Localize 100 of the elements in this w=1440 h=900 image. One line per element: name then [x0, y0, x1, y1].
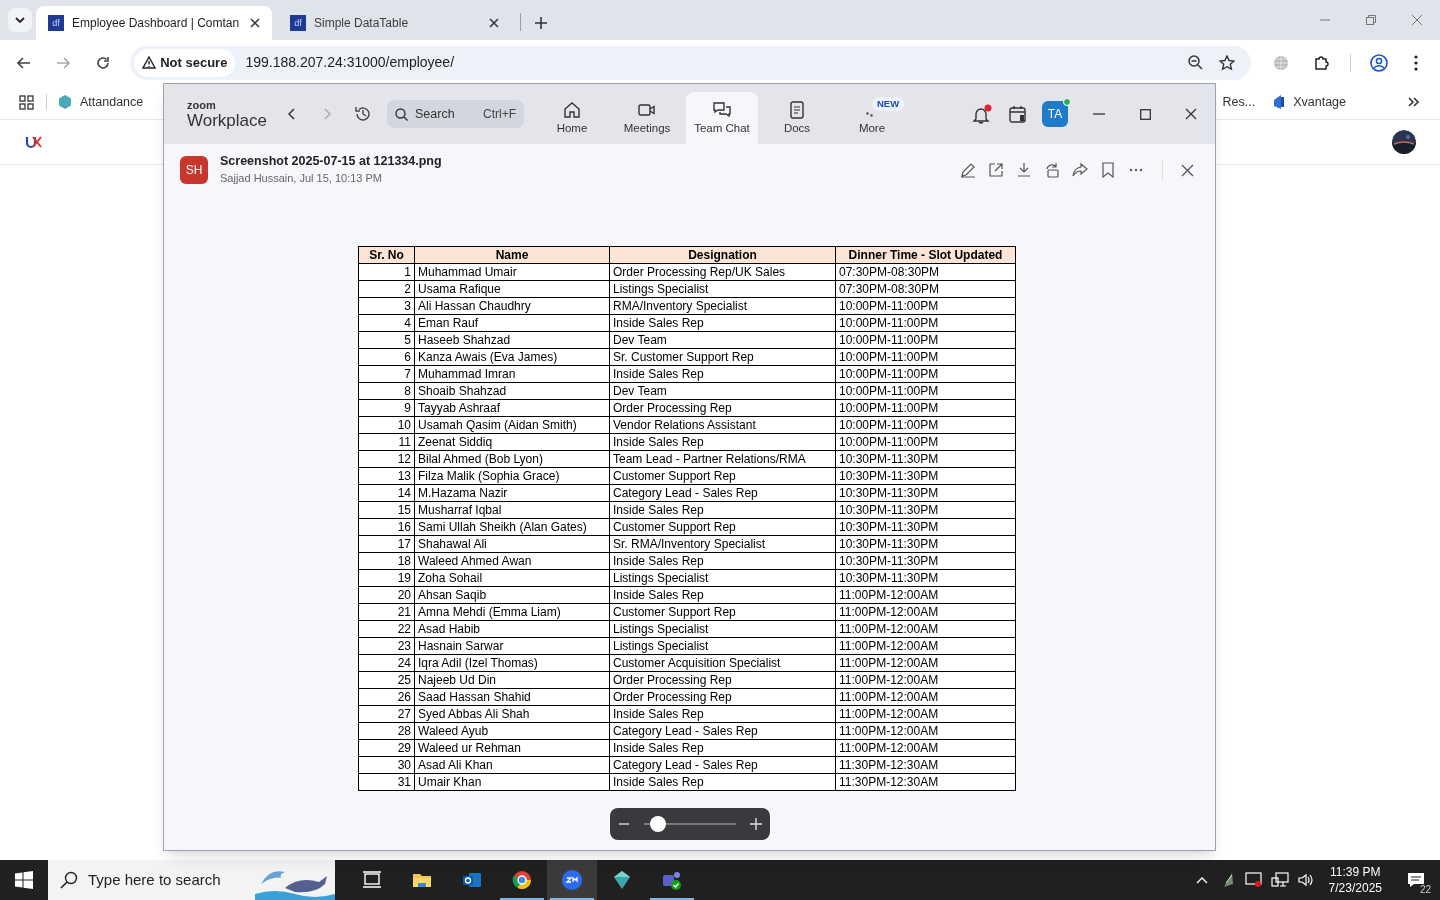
- table-cell: Order Processing Rep: [609, 671, 836, 689]
- hexagon-icon: [57, 94, 73, 110]
- table-cell: Waleed Ayub: [414, 722, 610, 740]
- table-cell: Team Lead - Partner Relations/RMA: [609, 450, 836, 468]
- table-cell: 6: [358, 348, 415, 366]
- table-cell: Amna Mehdi (Emma Liam): [414, 603, 610, 621]
- table-cell: 21: [358, 603, 415, 621]
- nav-tab[interactable]: Meetings: [611, 92, 683, 144]
- table-cell: Inside Sales Rep: [609, 773, 836, 791]
- table-cell: Usama Rafique: [414, 280, 610, 298]
- close-icon: [1411, 14, 1423, 26]
- table-cell: Ahsan Saqib: [414, 586, 610, 604]
- nav-tab[interactable]: Team Chat: [686, 92, 758, 144]
- table-cell: 30: [358, 756, 415, 774]
- column-header: Sr. No: [358, 246, 415, 264]
- logo-small-text: zoom: [187, 99, 217, 111]
- browser-tab[interactable]: df Employee Dashboard | Comtan: [36, 6, 272, 40]
- table-cell: 10:30PM-11:30PM: [835, 552, 1016, 570]
- tab-title: Employee Dashboard | Comtan: [72, 15, 240, 32]
- history-icon: [354, 105, 372, 123]
- table-cell: Order Processing Rep: [609, 688, 836, 706]
- column-header: Designation: [609, 246, 836, 264]
- favicon-icon: df: [48, 15, 64, 31]
- site-logo-icon: [24, 134, 44, 150]
- search-placeholder: Type here to search: [88, 869, 221, 890]
- table-cell: 10:00PM-11:00PM: [835, 297, 1016, 315]
- open-external-button[interactable]: [986, 160, 1006, 180]
- security-label: Not secure: [160, 53, 228, 72]
- clock-time: 11:39 PM: [1330, 864, 1381, 880]
- clock-button[interactable]: 11:39 PM 7/23/2025: [1322, 864, 1388, 896]
- table-cell: Inside Sales Rep: [609, 365, 836, 383]
- table-cell: Listings Specialist: [609, 620, 836, 638]
- table-cell: 3: [358, 297, 415, 315]
- table-cell: 11:30PM-12:30AM: [835, 773, 1016, 791]
- table-cell: Category Lead - Sales Rep: [609, 756, 836, 774]
- chevron-left-icon: [287, 108, 295, 120]
- table-cell: 15: [358, 501, 415, 519]
- bookmark-link[interactable]: Res...: [1222, 92, 1256, 112]
- notification-center-button[interactable]: 22: [1396, 860, 1436, 900]
- tray-app-button[interactable]: [1244, 870, 1263, 890]
- leaf-icon: [1221, 872, 1234, 888]
- table-cell: 24: [358, 654, 415, 672]
- search-icon: [395, 107, 408, 121]
- table-cell: Customer Acquisition Specialist: [609, 654, 836, 672]
- tab-search-button[interactable]: [8, 8, 32, 32]
- security-chip[interactable]: Not secure: [134, 48, 236, 77]
- table-cell: 22: [358, 620, 415, 638]
- notifications-button[interactable]: [970, 102, 994, 126]
- table-cell: 4: [358, 314, 415, 332]
- bookmark-icon: [1100, 162, 1116, 178]
- search-placeholder: Search: [415, 105, 456, 123]
- table-cell: Dev Team: [609, 331, 836, 349]
- warning-icon: [142, 56, 157, 69]
- browser-tab[interactable]: df Simple DataTable: [278, 6, 514, 40]
- table-cell: Sami Ullah Sheikh (Alan Gates): [414, 518, 610, 536]
- bookmark-link[interactable]: Attandance: [57, 92, 144, 112]
- minus-icon: [618, 823, 629, 825]
- zoom-in-button[interactable]: [749, 818, 762, 830]
- table-cell: Customer Support Rep: [609, 603, 836, 621]
- favicon-icon: df: [290, 15, 306, 31]
- close-icon: [489, 18, 499, 28]
- table-cell: Shahawal Ali: [414, 535, 610, 553]
- table-cell: 10:30PM-11:30PM: [835, 501, 1016, 519]
- chevron-up-icon: [1195, 876, 1208, 884]
- speaker-icon: [1297, 873, 1314, 887]
- document-icon: [788, 101, 806, 120]
- address-bar[interactable]: Not secure 199.188.207.24:31000/employee/: [130, 45, 1252, 80]
- new-badge: NEW: [872, 97, 905, 111]
- nav-tab[interactable]: Docs: [761, 92, 833, 144]
- table-cell: 11:00PM-12:00AM: [835, 620, 1016, 638]
- zoom-slider[interactable]: [643, 816, 736, 832]
- restore-icon: [1366, 15, 1376, 25]
- nav-tab[interactable]: NEW More: [836, 92, 908, 144]
- table-cell: 11:00PM-12:00AM: [835, 705, 1016, 723]
- table-cell: Inside Sales Rep: [609, 552, 836, 570]
- minimize-icon: [1320, 19, 1330, 21]
- table-cell: Listings Specialist: [609, 637, 836, 655]
- taskbar-search-field[interactable]: Type here to search: [48, 860, 335, 900]
- table-cell: 07:30PM-08:30PM: [835, 263, 1016, 281]
- table-cell: Inside Sales Rep: [609, 739, 836, 757]
- table-cell: 11:30PM-12:30AM: [835, 756, 1016, 774]
- table-cell: 10:00PM-11:00PM: [835, 433, 1016, 451]
- search-field[interactable]: Search Ctrl+F: [387, 100, 524, 128]
- apps-button[interactable]: [16, 92, 36, 112]
- table-cell: 11:00PM-12:00AM: [835, 722, 1016, 740]
- chevron-down-icon: [15, 17, 25, 23]
- network-button[interactable]: [1270, 870, 1289, 890]
- nav-tab[interactable]: Home: [536, 92, 608, 144]
- taskbar-app-button[interactable]: [547, 860, 597, 900]
- table-cell: 26: [358, 688, 415, 706]
- slider-thumb[interactable]: [649, 816, 666, 832]
- table-cell: Inside Sales Rep: [609, 433, 836, 451]
- bookmark-link[interactable]: Xvantage: [1271, 92, 1346, 112]
- table-cell: 10:00PM-11:00PM: [835, 348, 1016, 366]
- close-icon: [1185, 108, 1197, 120]
- table-cell: Syed Abbas Ali Shah: [414, 705, 610, 723]
- user-avatar[interactable]: TA: [1042, 101, 1068, 127]
- table-cell: M.Hazama Nazir: [414, 484, 610, 502]
- table-cell: Bilal Ahmed (Bob Lyon): [414, 450, 610, 468]
- table-cell: Order Processing Rep/UK Sales: [609, 263, 836, 281]
